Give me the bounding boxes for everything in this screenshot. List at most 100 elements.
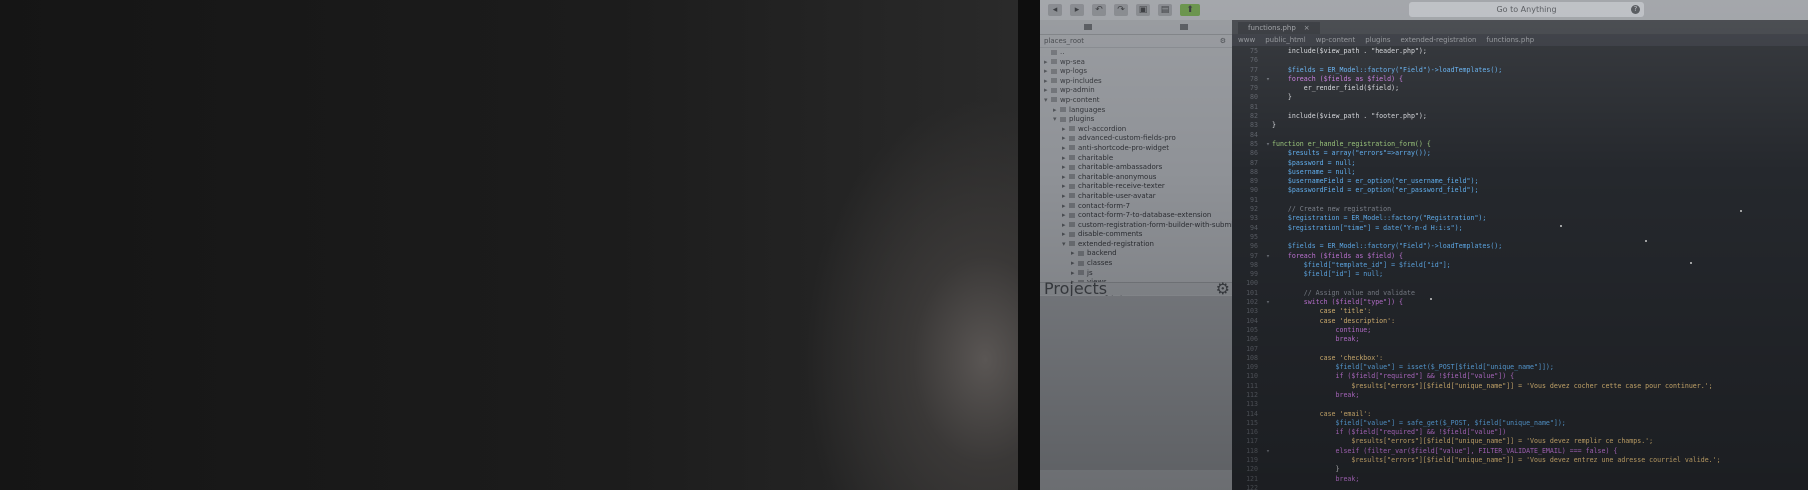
code-text: $fields = ER_Model::factory("Field")->lo…	[1272, 65, 1503, 74]
upload-icon[interactable]: ⬆	[1180, 4, 1200, 16]
chevron-down-icon[interactable]: ▾	[1044, 96, 1051, 106]
chevron-right-icon[interactable]: ▸	[1071, 259, 1078, 269]
tree-item[interactable]: ▸ charitable-anonymous	[1040, 173, 1232, 183]
chevron-down-icon[interactable]: ▾	[1062, 240, 1069, 250]
chevron-right-icon[interactable]: ▸	[1062, 154, 1069, 164]
layout-icon[interactable]: ▤	[1158, 4, 1172, 16]
chevron-right-icon[interactable]: ▸	[1062, 134, 1069, 144]
chevron-right-icon[interactable]: ▸	[1071, 269, 1078, 279]
line-number: 103	[1246, 307, 1258, 316]
code-text: function er_handle_registration_form() {	[1272, 139, 1431, 148]
chevron-right-icon[interactable]: ▸	[1062, 163, 1069, 173]
tab-functions-php[interactable]: functions.php ×	[1238, 22, 1320, 34]
tree-item[interactable]: ▾ plugins	[1040, 115, 1232, 125]
line-number: 89	[1250, 177, 1258, 186]
chevron-right-icon[interactable]: ▸	[1062, 125, 1069, 135]
chevron-right-icon[interactable]: ▸	[1062, 221, 1069, 231]
tree-item-label: charitable-user-avatar	[1078, 191, 1156, 200]
line-number: 119	[1246, 456, 1258, 465]
breadcrumb-item[interactable]: www	[1238, 36, 1255, 44]
chevron-right-icon[interactable]: ▸	[1062, 182, 1069, 192]
tree-item[interactable]: ▸ charitable-user-avatar	[1040, 192, 1232, 202]
folder-icon	[1069, 145, 1075, 151]
code-line: 94 $registration["time"] = date("Y-m-d H…	[1232, 224, 1808, 233]
code-tab-icon[interactable]	[1180, 24, 1188, 30]
breadcrumb-item[interactable]: functions.php	[1486, 36, 1534, 44]
chevron-right-icon[interactable]: ▸	[1053, 106, 1060, 116]
chevron-right-icon[interactable]: ▸	[1044, 58, 1051, 68]
breadcrumb-item[interactable]: wp-content	[1316, 36, 1356, 44]
tree-item[interactable]: ▸ contact-form-7	[1040, 202, 1232, 212]
tree-item[interactable]: ▸ wp-logs	[1040, 67, 1232, 77]
chevron-right-icon[interactable]: ▸	[1062, 202, 1069, 212]
tree-item-label: wp-includes	[1060, 76, 1102, 85]
line-number: 88	[1250, 167, 1258, 176]
chevron-right-icon[interactable]: ▸	[1044, 86, 1051, 96]
chevron-right-icon[interactable]: ▸	[1044, 67, 1051, 77]
code-area[interactable]: 75 include($view_path . "header.php"); 76…	[1232, 47, 1808, 490]
undo-icon[interactable]: ↶	[1092, 4, 1106, 16]
help-icon[interactable]: ?	[1631, 5, 1640, 14]
tree-item[interactable]: ▸ disable-comments	[1040, 230, 1232, 240]
tree-item[interactable]: ▸ charitable	[1040, 154, 1232, 164]
back-icon[interactable]: ◂	[1048, 4, 1062, 16]
code-line: 116 if ($field["required"] && !$field["v…	[1232, 428, 1808, 437]
breadcrumb-item[interactable]: extended-registration	[1401, 36, 1477, 44]
line-number: 106	[1246, 335, 1258, 344]
chevron-right-icon[interactable]: ▸	[1062, 173, 1069, 183]
tree-item[interactable]: ▸ wcl-accordion	[1040, 125, 1232, 135]
line-number: 83	[1250, 121, 1258, 130]
folder-icon	[1060, 107, 1066, 113]
code-line: 81	[1232, 103, 1808, 112]
chevron-right-icon[interactable]: ▸	[1044, 77, 1051, 87]
tree-item[interactable]: ▸ js	[1040, 269, 1232, 279]
line-number: 110	[1246, 372, 1258, 381]
line-number: 97	[1250, 251, 1258, 260]
code-editor[interactable]: functions.php × www public_html wp-content p…	[1232, 20, 1808, 490]
code-text: $field["value"] = isset($_POST[$field["u…	[1272, 363, 1554, 372]
tree-item[interactable]: ▸ wp-admin	[1040, 86, 1232, 96]
line-number: 85	[1250, 139, 1258, 148]
chevron-right-icon[interactable]: ▸	[1071, 249, 1078, 259]
code-text: $results["errors"][$field["unique_name"]…	[1272, 437, 1654, 446]
chevron-right-icon[interactable]: ▸	[1062, 211, 1069, 221]
forward-icon[interactable]: ▸	[1070, 4, 1084, 16]
tree-item[interactable]: ▾ wp-content	[1040, 96, 1232, 106]
chevron-right-icon[interactable]: ▸	[1062, 144, 1069, 154]
line-number: 95	[1250, 232, 1258, 241]
breadcrumb-item[interactable]: plugins	[1365, 36, 1390, 44]
code-line: 89 $usernameField = er_option("er_userna…	[1232, 177, 1808, 186]
folder-icon	[1051, 68, 1057, 74]
tree-item[interactable]: ▸ anti-shortcode-pro-widget	[1040, 144, 1232, 154]
tree-item[interactable]: ▸ languages	[1040, 106, 1232, 116]
tree-item[interactable]: ..	[1040, 48, 1232, 58]
tree-item[interactable]: ▸ custom-registration-form-builder-with-s…	[1040, 221, 1232, 231]
tree-item[interactable]: ▸ contact-form-7-to-database-extension	[1040, 211, 1232, 221]
projects-header[interactable]: Projects ⚙	[1040, 281, 1236, 297]
gear-icon[interactable]: ⚙	[1220, 35, 1226, 47]
places-tab-icon[interactable]	[1084, 24, 1092, 30]
redo-icon[interactable]: ↷	[1114, 4, 1128, 16]
close-icon[interactable]: ×	[1304, 24, 1310, 32]
chevron-right-icon[interactable]: ▸	[1062, 192, 1069, 202]
code-line: 95	[1232, 233, 1808, 242]
chevron-down-icon[interactable]: ▾	[1053, 115, 1060, 125]
tree-item[interactable]: ▸ backend	[1040, 249, 1232, 259]
tree-item[interactable]: ▸ charitable-receive-texter	[1040, 182, 1232, 192]
tree-item[interactable]: ▸ classes	[1040, 259, 1232, 269]
tree-item[interactable]: ▾ extended-registration	[1040, 240, 1232, 250]
code-line: 86 $results = array("errors"=>array());	[1232, 149, 1808, 158]
file-icon	[1051, 49, 1057, 55]
chevron-right-icon[interactable]: ▸	[1062, 230, 1069, 240]
panel-icon[interactable]: ▣	[1136, 4, 1150, 16]
code-text: $results["errors"][$field["unique_name"]…	[1272, 456, 1721, 465]
gear-icon[interactable]: ⚙	[1216, 281, 1230, 297]
tree-item[interactable]: ▸ charitable-ambassadors	[1040, 163, 1232, 173]
tree-item[interactable]: ▸ advanced-custom-fields-pro	[1040, 134, 1232, 144]
go-to-anything-input[interactable]: Go to Anything ?	[1409, 2, 1644, 17]
projects-pane	[1040, 296, 1232, 470]
tree-item-label: charitable-receive-texter	[1078, 182, 1165, 191]
breadcrumb-item[interactable]: public_html	[1265, 36, 1306, 44]
tree-item[interactable]: ▸ wp-includes	[1040, 77, 1232, 87]
tree-item[interactable]: ▸ wp-sea	[1040, 58, 1232, 68]
